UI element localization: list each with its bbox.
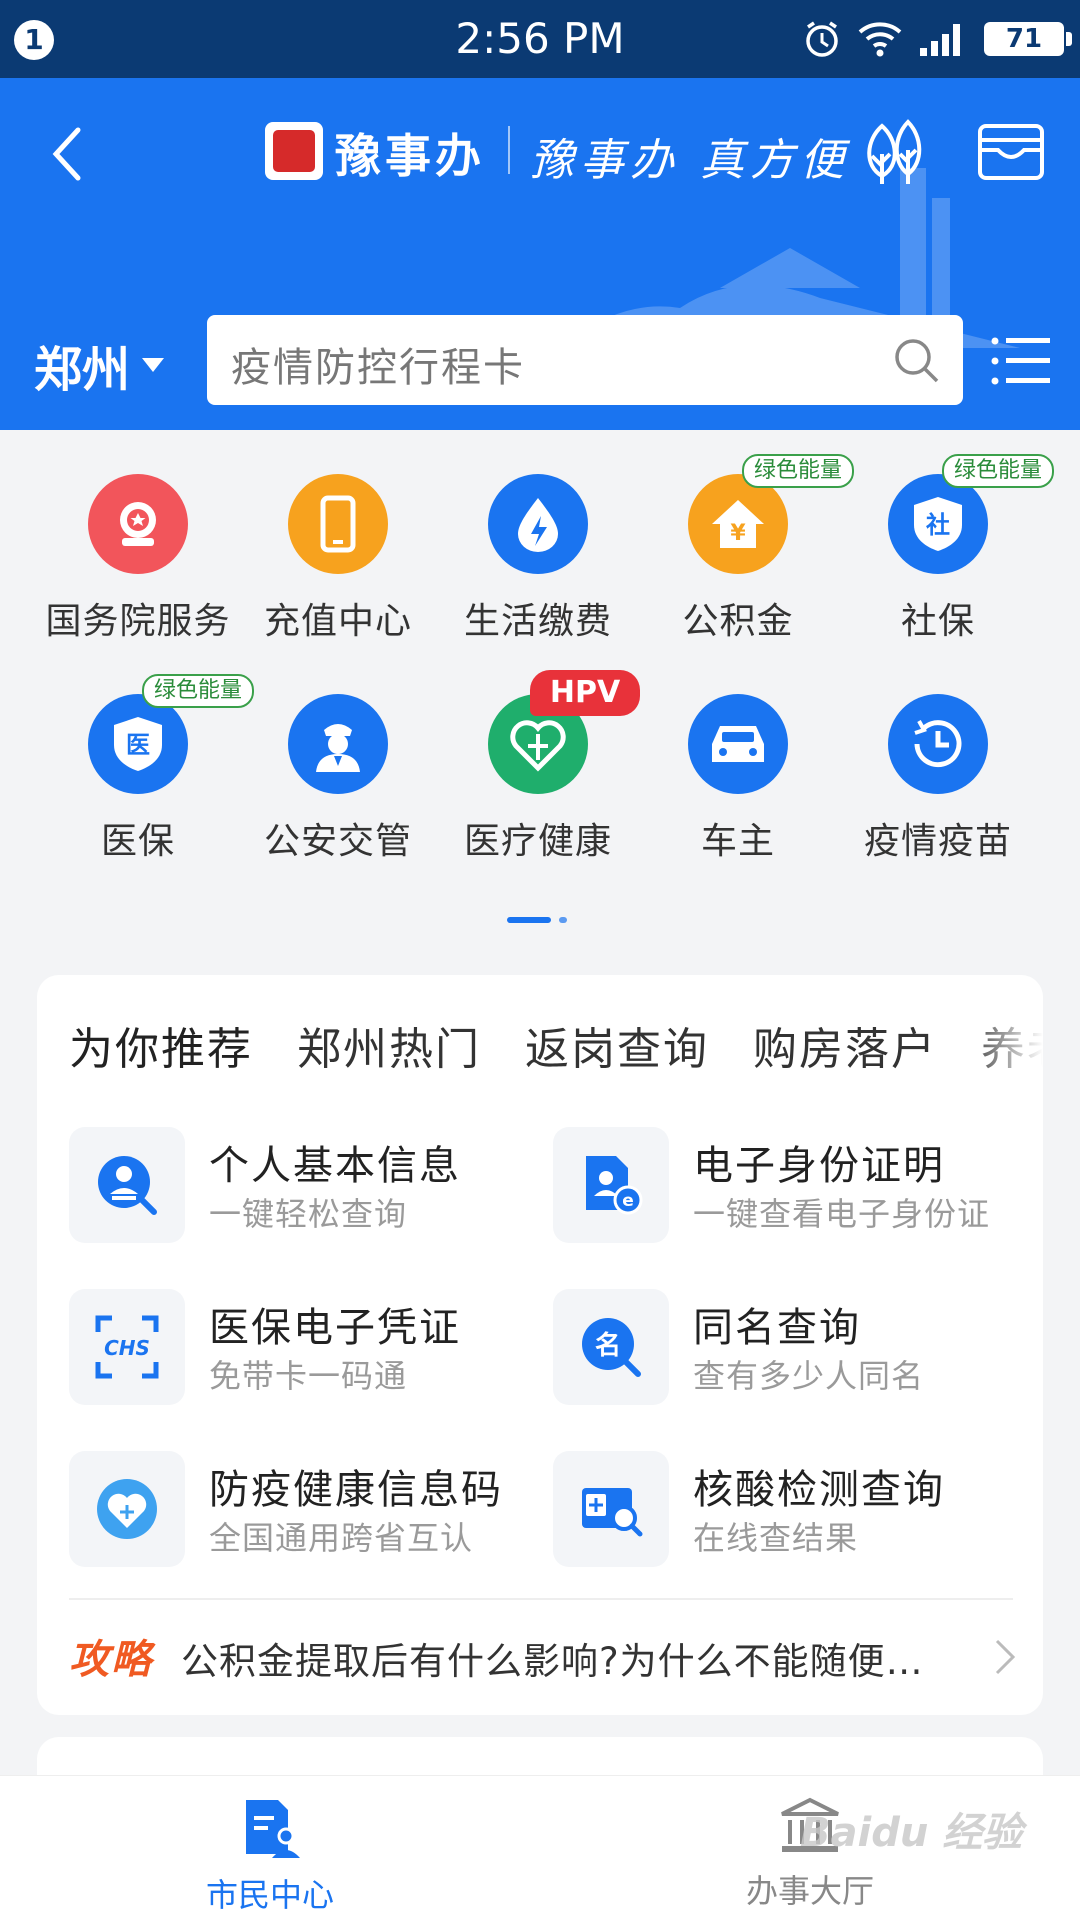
grid-item-housing-fund[interactable]: ¥ 绿色能量 公积金: [638, 430, 855, 642]
green-energy-badge: 绿色能量: [942, 454, 1055, 488]
nav-label: 办事大厅: [745, 1872, 874, 1910]
svg-text:社: 社: [926, 511, 950, 539]
status-bar: 1 2:56 PM 71: [0, 0, 1080, 78]
nav-citizen-center[interactable]: 市民中心: [160, 1796, 380, 1916]
city-label: 郑州: [34, 342, 131, 398]
service-medical-insurance-voucher[interactable]: CHS 医保电子凭证 免带卡一码通: [69, 1289, 529, 1405]
person-search-icon: [69, 1127, 185, 1243]
recommend-card: 为你推荐 郑州热门 返岗查询 购房落户 养老 个人基本信息 一键轻松查询 e 电…: [37, 975, 1043, 1715]
service-title: 核酸检测查询: [693, 1467, 945, 1513]
menu-list-icon[interactable]: [990, 333, 1052, 389]
test-kit-search-icon: [553, 1451, 669, 1567]
grid-item-state-council[interactable]: 国务院服务: [38, 430, 238, 642]
search-icon[interactable]: [891, 335, 941, 385]
page-dot: [559, 917, 567, 923]
service-same-name-query[interactable]: 名 同名查询 查有多少人同名: [553, 1289, 1013, 1405]
guide-tag: 攻略: [69, 1637, 153, 1683]
back-arrow-icon[interactable]: [42, 114, 92, 194]
svg-text:¥: ¥: [730, 521, 746, 546]
service-subtitle: 全国通用跨省互认: [209, 1519, 474, 1557]
name-search-icon: 名: [553, 1289, 669, 1405]
svg-text:e: e: [622, 1191, 634, 1211]
house-yen-icon: ¥: [688, 474, 788, 574]
page-dot-active: [507, 917, 551, 923]
grid-item-label: 社保: [900, 601, 975, 642]
battery-indicator: 71: [984, 22, 1072, 56]
svg-text:名: 名: [595, 1330, 621, 1361]
service-subtitle: 在线查结果: [693, 1519, 859, 1557]
service-subtitle: 免带卡一码通: [209, 1357, 408, 1395]
grid-item-medical-health[interactable]: HPV 医疗健康: [438, 650, 640, 862]
svg-text:CHS: CHS: [104, 1336, 150, 1360]
grid-item-utilities[interactable]: 生活缴费: [438, 430, 638, 642]
service-electronic-id[interactable]: e 电子身份证明 一键查看电子身份证: [553, 1127, 1013, 1243]
service-grid: 国务院服务 充值中心 生活缴费 ¥ 绿色能量 公积金 社 绿色能量 社保 医 绿…: [0, 430, 1080, 950]
guide-article-link[interactable]: 公积金提取后有什么影响?为什么不能随便…: [181, 1631, 961, 1685]
tab-recommend[interactable]: 为你推荐: [69, 1013, 253, 1077]
grid-item-police-traffic[interactable]: 公安交管: [238, 650, 438, 862]
service-health-code[interactable]: 防疫健康信息码 全国通用跨省互认: [69, 1451, 529, 1567]
baidu-watermark: Baidu 经验: [800, 1810, 1023, 1856]
page-indicator: [507, 917, 567, 923]
grid-item-car-owner[interactable]: 车主: [638, 650, 838, 862]
citizen-doc-icon: [246, 1800, 300, 1858]
service-personal-info[interactable]: 个人基本信息 一键轻松查询: [69, 1127, 529, 1243]
tab-zhengzhou-hot[interactable]: 郑州热门: [297, 1013, 481, 1077]
service-title: 防疫健康信息码: [209, 1467, 503, 1513]
search-placeholder: 疫情防控行程卡: [231, 345, 525, 391]
grid-item-epidemic-vaccine[interactable]: 疫情疫苗: [838, 650, 1038, 862]
health-heart-icon: [69, 1451, 185, 1567]
e-id-icon: e: [553, 1127, 669, 1243]
wallet-icon[interactable]: [976, 120, 1046, 184]
hpv-badge: HPV: [530, 670, 640, 716]
grid-item-recharge[interactable]: 充值中心: [238, 430, 438, 642]
grid-item-medical-insurance[interactable]: 医 绿色能量 医保: [38, 650, 255, 862]
svg-text:医: 医: [126, 731, 150, 759]
service-title: 同名查询: [693, 1305, 861, 1351]
app-header: 豫事办 豫事办 真方便 郑州 疫情防控行程卡: [0, 78, 1080, 430]
app-logo: [265, 122, 323, 180]
lightning-drop-icon: [488, 474, 588, 574]
service-subtitle: 一键轻松查询: [209, 1195, 408, 1233]
city-selector[interactable]: 郑州: [34, 330, 165, 400]
service-title: 电子身份证明: [693, 1143, 945, 1189]
shield-yi-icon: 医: [88, 694, 188, 794]
shield-she-icon: 社: [888, 474, 988, 574]
nav-label: 市民中心: [205, 1876, 334, 1914]
brand-slogan: 豫事办 真方便: [530, 135, 850, 186]
service-nucleic-test-query[interactable]: 核酸检测查询 在线查结果: [553, 1451, 1013, 1567]
signal-icon: [920, 24, 960, 56]
car-icon: [688, 694, 788, 794]
category-tabs: 为你推荐 郑州热门 返岗查询 购房落户 养老: [69, 1013, 1043, 1077]
service-title: 个人基本信息: [209, 1143, 461, 1189]
grid-item-label: 疫情疫苗: [863, 821, 1012, 862]
status-icons: 71: [802, 16, 1072, 62]
brand-name: 豫事办: [335, 129, 485, 183]
search-bar[interactable]: 疫情防控行程卡: [207, 315, 963, 405]
chs-scan-icon: CHS: [69, 1289, 185, 1405]
brand-divider: [508, 126, 510, 174]
tab-housing-household[interactable]: 购房落户: [753, 1013, 937, 1077]
service-subtitle: 查有多少人同名: [693, 1357, 925, 1395]
alarm-icon: [806, 21, 838, 57]
service-subtitle: 一键查看电子身份证: [693, 1195, 991, 1233]
phone-icon: [288, 474, 388, 574]
tree-icon[interactable]: [860, 114, 932, 194]
grid-item-social-security[interactable]: 社 绿色能量 社保: [838, 430, 1055, 642]
tab-return-work[interactable]: 返岗查询: [525, 1013, 709, 1077]
clock-history-icon: [888, 694, 988, 794]
tabs-fade: [963, 1005, 1043, 1075]
police-icon: [288, 694, 388, 794]
chevron-right-icon[interactable]: [993, 1635, 1017, 1679]
card-divider: [69, 1598, 1013, 1600]
service-title: 医保电子凭证: [209, 1305, 461, 1351]
national-emblem-icon: [88, 474, 188, 574]
dropdown-caret-icon: [142, 358, 165, 372]
wifi-icon: [858, 22, 902, 57]
